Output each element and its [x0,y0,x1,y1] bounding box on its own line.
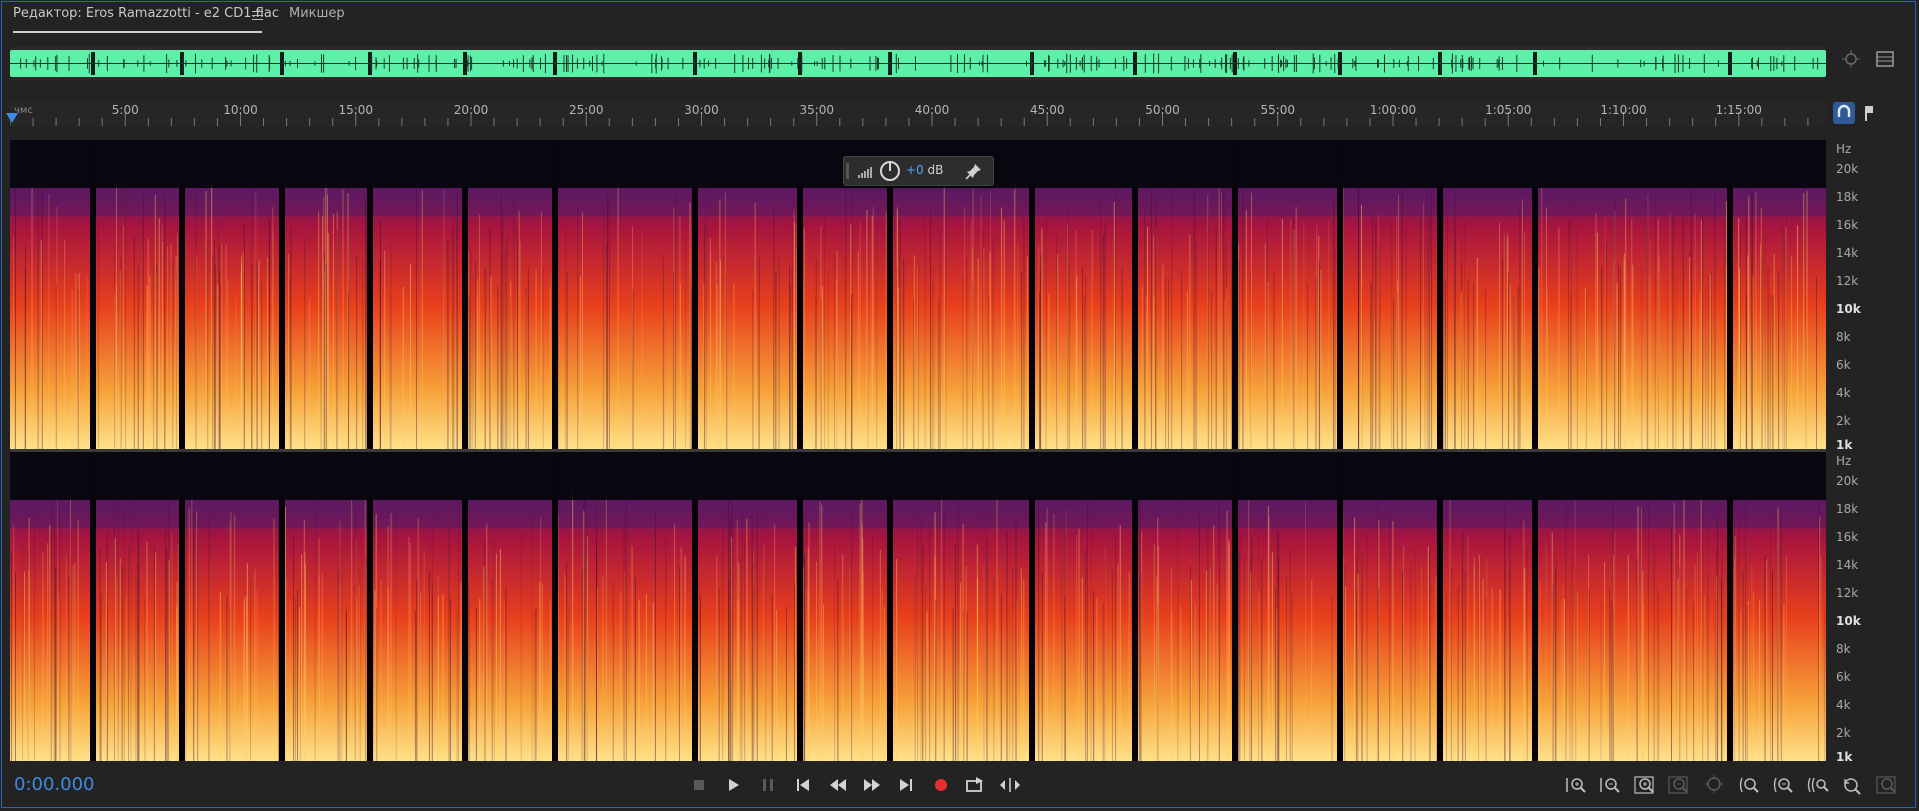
zoom-frequency-icon[interactable] [1874,773,1900,797]
level-meter-icon [858,167,872,178]
frequency-label: 1k [1836,438,1853,452]
frequency-scale-left[interactable]: Hz 20k 18k 16k 14k 12k 10k 8k 6k 4k 2k 1k [1826,140,1906,452]
frequency-label: 12k [1836,586,1859,600]
panel-menu-icon[interactable] [1874,48,1896,70]
overview-waveform[interactable] [10,47,1826,80]
zoom-in-right-icon[interactable] [1770,773,1796,797]
hud-grip-icon[interactable] [846,163,849,179]
ruler-tick-label: 45:00 [1029,103,1065,117]
frequency-label: 4k [1836,698,1851,712]
overview-waveform-graphic [10,50,1826,77]
zoom-to-selection-icon[interactable] [1701,773,1727,797]
gain-hud[interactable]: +0 dB [843,156,994,186]
frequency-label: 16k [1836,218,1859,232]
frequency-label: 4k [1836,386,1851,400]
frequency-unit: Hz [1836,454,1852,468]
frequency-label: 14k [1836,558,1859,572]
frequency-label: 2k [1836,414,1851,428]
playhead-marker[interactable] [6,113,18,123]
zoom-reset-icon[interactable] [1839,773,1865,797]
stop-button[interactable] [686,773,712,797]
frequency-label: 16k [1836,530,1859,544]
current-time-display[interactable]: 0:00.000 [14,774,95,795]
ruler-tick-label: 20:00 [453,103,489,117]
ruler-tick-label: 1:15:00 [1715,103,1762,117]
snap-magnet-icon[interactable] [1833,102,1855,124]
zoom-in-left-icon[interactable] [1736,773,1762,797]
ruler-tick-label: 5:00 [111,103,139,117]
loop-playback-button[interactable] [962,773,988,797]
marker-pin-icon[interactable] [1858,102,1880,124]
frequency-label: 12k [1836,274,1859,288]
frequency-scale-right[interactable]: Hz 20k 18k 16k 14k 12k 10k 8k 6k 4k 2k 1k [1826,452,1906,764]
frequency-label: 6k [1836,670,1851,684]
fast-forward-button[interactable] [859,773,885,797]
gain-knob-icon[interactable] [880,161,900,181]
frequency-label: 20k [1836,162,1859,176]
ruler-tick-label: 40:00 [914,103,950,117]
zoom-out-amplitude-icon[interactable] [1597,773,1623,797]
spectrogram-channel-left[interactable] [10,140,1826,449]
frequency-label: 1k [1836,750,1853,764]
frequency-label: 10k [1836,302,1861,316]
frequency-unit: Hz [1836,142,1852,156]
spectrogram-channel-right[interactable] [10,452,1826,761]
go-to-start-button[interactable] [790,773,816,797]
active-tab-indicator [13,31,262,33]
frequency-label: 18k [1836,190,1859,204]
spectrogram-graphic-right [10,452,1826,761]
ruler-tick-label: 15:00 [338,103,374,117]
zoom-in-time-icon[interactable] [1632,773,1658,797]
zoom-out-full-icon[interactable] [1805,773,1831,797]
frequency-label: 18k [1836,502,1859,516]
crosshair-zoom-icon[interactable] [1840,48,1862,70]
pin-icon[interactable] [964,161,984,181]
frequency-label: 6k [1836,358,1851,372]
ruler-tick-label: 1:05:00 [1485,103,1532,117]
ruler-tick-label: 55:00 [1260,103,1296,117]
zoom-in-amplitude-icon[interactable] [1563,773,1589,797]
tab-mixer[interactable]: Микшер [289,6,345,21]
ruler-tick-label: 30:00 [684,103,719,117]
spectrogram-graphic-left [10,140,1826,449]
ruler-tick-label: 1:00:00 [1369,103,1417,117]
ruler-tick-label: 35:00 [799,103,835,117]
frequency-label: 2k [1836,726,1851,740]
ruler-tick-label: 10:00 [223,103,258,117]
gain-value: +0 [906,163,924,177]
frequency-label: 10k [1836,614,1861,628]
tab-menu-icon[interactable] [252,11,263,20]
gain-unit: dB [927,163,944,177]
skip-selection-button[interactable] [997,773,1023,797]
frequency-label: 20k [1836,474,1859,488]
gain-readout[interactable]: +0 dB [906,163,943,177]
rewind-button[interactable] [825,773,851,797]
frequency-label: 8k [1836,642,1851,656]
play-button[interactable] [720,773,746,797]
go-to-end-button[interactable] [893,773,919,797]
frequency-label: 14k [1836,246,1859,260]
ruler-tick-label: 50:00 [1145,103,1180,117]
ruler-tick-label: 25:00 [568,103,604,117]
ruler-tick-label: 1:10:00 [1600,103,1647,117]
record-button[interactable] [928,773,954,797]
tab-editor[interactable]: Редактор: Eros Ramazzotti - e2 CD1.flac [13,6,279,21]
frequency-label: 8k [1836,330,1851,344]
zoom-out-time-icon[interactable] [1666,773,1692,797]
pause-button[interactable] [755,773,781,797]
